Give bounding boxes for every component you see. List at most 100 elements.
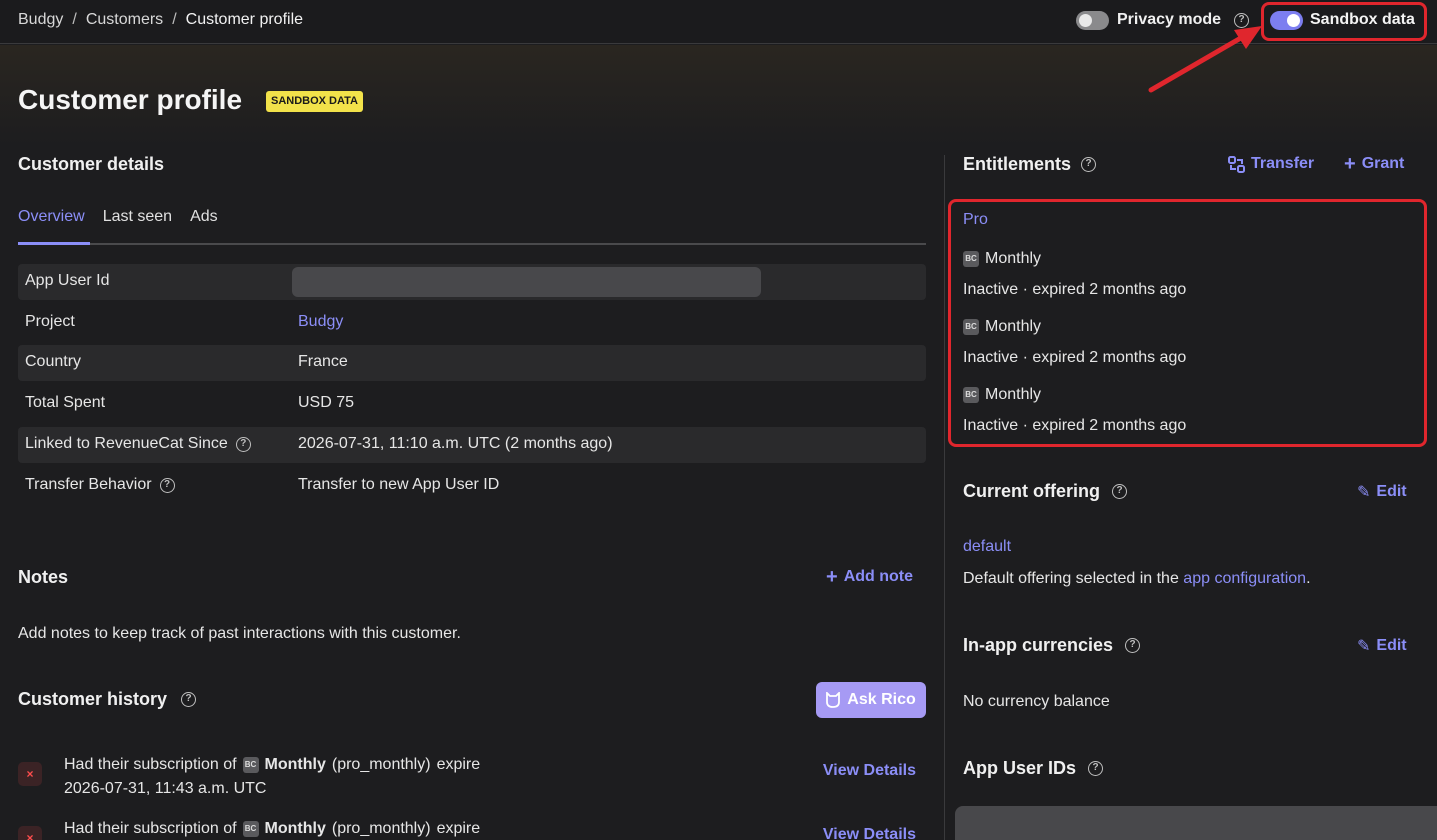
detail-row-project: Project Budgy [18,305,926,341]
currencies-title: In-app currencies [963,635,1114,655]
notes-empty-text: Add notes to keep track of past interact… [18,625,461,642]
edit-offering-button[interactable]: ✎ Edit [1357,482,1407,502]
help-icon[interactable]: ? [159,477,175,493]
view-details-link[interactable]: View Details [823,762,916,780]
breadcrumb-budgy[interactable]: Budgy [18,11,63,29]
transfer-label: Transfer [1251,155,1315,172]
app-configuration-link[interactable]: app configuration [1183,570,1306,587]
plus-icon: + [1344,153,1356,175]
help-icon[interactable]: ? [1112,484,1127,499]
breadcrumb: Budgy / Customers / Customer profile [18,11,303,29]
project-link[interactable]: Budgy [298,313,343,331]
help-icon[interactable]: ? [235,436,251,452]
privacy-mode-label: Privacy mode [1117,11,1222,28]
entitlement-name[interactable]: Pro [963,211,988,229]
tabs-divider [18,243,926,245]
detail-value: Transfer to new App User ID [298,476,500,493]
app-user-ids-header: App User IDs ? [963,758,1104,779]
tab-overview[interactable]: Overview [18,208,85,240]
entitlement-product-name: Monthly [985,250,1042,267]
notes-title: Notes [18,567,69,587]
redacted-app-user-id [292,267,761,297]
page-title: Customer profile [18,84,243,115]
help-icon[interactable]: ? [1088,761,1104,776]
product-icon: BC [963,387,979,403]
edit-label: Edit [1376,483,1407,500]
history-prefix: Had their subscription of [64,820,237,837]
detail-row-total-spent: Total Spent USD 75 [18,386,926,422]
history-prefix: Had their subscription of [64,756,237,773]
entitlement-product: BC Monthly [963,318,1041,336]
history-product: Monthly [264,820,326,837]
currencies-header: In-app currencies ? [963,635,1141,656]
breadcrumb-customers[interactable]: Customers [86,11,163,29]
transfer-button[interactable]: Transfer [1228,155,1314,173]
redacted-app-user-ids [955,806,1437,840]
product-icon: BC [242,757,259,773]
pencil-icon: ✎ [1357,638,1371,655]
breadcrumb-separator: / [172,11,177,28]
help-icon[interactable]: ? [1125,638,1141,653]
toggle-knob [1079,14,1092,27]
tab-ads[interactable]: Ads [190,208,218,240]
plus-icon: + [826,566,838,588]
breadcrumb-current: Customer profile [185,11,304,28]
detail-value: France [298,353,348,370]
customer-details-title: Customer details [18,154,165,174]
offering-description: Default offering selected in the app con… [963,570,1311,588]
entitlement-status: Inactive · expired 2 months ago [963,417,1187,434]
add-note-button[interactable]: + Add note [826,566,914,588]
ask-rico-label: Ask Rico [847,691,916,708]
edit-currencies-button[interactable]: ✎ Edit [1357,636,1407,656]
details-tabs: Overview Last seen Ads [18,208,218,240]
detail-label-wrap: Transfer Behavior ? [25,476,175,494]
detail-value: 2026-07-31, 11:10 a.m. UTC (2 months ago… [298,435,613,452]
detail-row-transfer-behavior: Transfer Behavior ? Transfer to new App … [18,468,926,504]
offering-name-link[interactable]: default [963,538,1011,556]
detail-value: USD 75 [298,394,355,411]
detail-label: Country [25,353,82,370]
history-text: Had their subscription of BC Monthly (pr… [64,820,480,838]
tab-last-seen[interactable]: Last seen [103,208,172,240]
history-item: × Had their subscription of BC Monthly (… [18,820,926,840]
detail-label: App User Id [25,272,110,289]
detail-label: Linked to RevenueCat Since [25,435,228,452]
offering-desc-prefix: Default offering selected in the [963,570,1179,587]
entitlements-header: Entitlements ? [963,154,1097,175]
history-item: × Had their subscription of BC Monthly (… [18,756,926,812]
help-icon[interactable]: ? [181,692,197,707]
detail-row-linked-since: Linked to RevenueCat Since ? 2026-07-31,… [18,427,926,463]
product-icon: BC [242,821,259,837]
entitlements-title: Entitlements [963,154,1072,174]
customer-history-title: Customer history [18,689,168,709]
rico-icon [826,692,841,708]
breadcrumb-separator: / [72,11,77,28]
ask-rico-button[interactable]: Ask Rico [816,682,926,718]
active-tab-indicator [18,242,90,245]
history-text: Had their subscription of BC Monthly (pr… [64,756,480,774]
privacy-mode-toggle[interactable] [1076,11,1109,30]
sandbox-data-toggle[interactable] [1270,11,1303,30]
product-icon: BC [963,251,979,267]
entitlement-status: Inactive · expired 2 months ago [963,349,1187,366]
transfer-icon [1228,155,1245,173]
offering-desc-suffix: . [1306,570,1311,587]
detail-row-app-user-id: App User Id [18,264,926,300]
entitlement-product: BC Monthly [963,250,1041,268]
detail-row-country: Country France [18,345,926,381]
history-product-id: (pro_monthly) [331,756,431,773]
history-product: Monthly [264,756,326,773]
currencies-empty-text: No currency balance [963,693,1110,710]
detail-label: Total Spent [25,394,106,411]
entitlement-product-name: Monthly [985,386,1042,403]
history-verb: expire [436,756,481,773]
grant-button[interactable]: + Grant [1344,153,1404,175]
add-note-label: Add note [843,568,914,585]
help-icon[interactable]: ? [1081,157,1097,172]
help-icon[interactable]: ? [1234,13,1249,28]
detail-label: Project [25,313,75,330]
entitlement-product: BC Monthly [963,386,1041,404]
expired-icon: × [18,826,42,840]
edit-label: Edit [1376,637,1407,654]
view-details-link[interactable]: View Details [823,826,916,840]
